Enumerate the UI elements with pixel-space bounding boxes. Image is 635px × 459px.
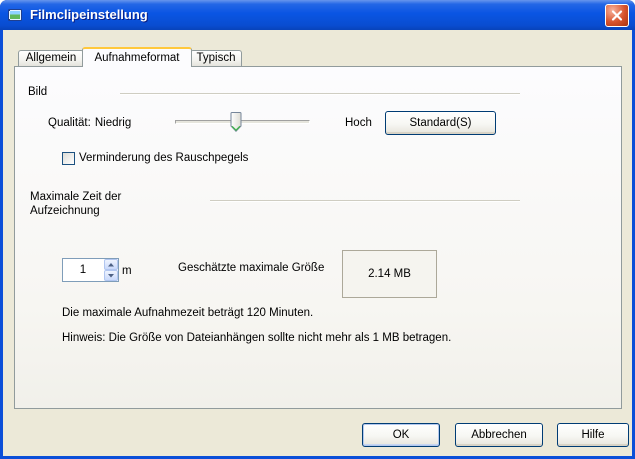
ok-button[interactable]: OK xyxy=(362,423,440,447)
quality-low-label: Niedrig xyxy=(94,117,132,129)
quality-label-row: Qualität: Niedrig xyxy=(48,116,131,130)
window-title: Filmclipeinstellung xyxy=(30,7,148,22)
estimated-size-display: 2.14 MB xyxy=(342,250,437,298)
film-clip-icon xyxy=(7,7,23,23)
estimated-size-value: 2.14 MB xyxy=(368,268,411,280)
max-time-note: Die maximale Aufnahmezeit beträgt 120 Mi… xyxy=(62,307,314,319)
arrow-up-icon xyxy=(108,263,114,267)
close-button[interactable] xyxy=(605,4,629,27)
arrow-down-icon xyxy=(108,274,114,278)
group-title-recording-line2: Aufzeichnung xyxy=(30,205,100,217)
group-title-recording-line1: Maximale Zeit der xyxy=(30,191,122,203)
slider-thumb-shape xyxy=(230,112,242,132)
duration-spinner: 1 xyxy=(62,258,119,282)
duration-input[interactable]: 1 xyxy=(63,259,103,281)
noise-reduction-checkbox[interactable] xyxy=(62,152,75,165)
noise-reduction-label[interactable]: Verminderung des Rauschpegels xyxy=(79,151,248,165)
tab-panel-aufnahmeformat: Bild Qualität: Niedrig Hoch Standard(S) … xyxy=(14,66,622,409)
quality-slider[interactable] xyxy=(175,112,310,132)
tab-allgemein[interactable]: Allgemein xyxy=(18,50,84,66)
estimated-size-label: Geschätzte maximale Größe xyxy=(178,262,325,274)
spin-up-button[interactable] xyxy=(104,259,118,270)
filmclip-settings-dialog: Filmclipeinstellung Allgemein Aufnahmefo… xyxy=(0,0,635,459)
standard-button[interactable]: Standard(S) xyxy=(385,111,496,135)
quality-high-label: Hoch xyxy=(345,117,372,129)
duration-unit-label: m xyxy=(122,265,132,277)
cancel-button[interactable]: Abbrechen xyxy=(455,423,543,447)
film-clip-icon-graphic xyxy=(8,9,22,21)
quality-label: Qualität: xyxy=(48,117,91,129)
tab-aufnahmeformat[interactable]: Aufnahmeformat xyxy=(82,47,192,67)
slider-thumb[interactable] xyxy=(230,112,242,132)
tab-strip: Allgemein Aufnahmeformat Typisch xyxy=(0,46,260,67)
group-separator-picture xyxy=(120,93,520,95)
close-icon xyxy=(611,10,623,21)
help-button[interactable]: Hilfe xyxy=(557,423,629,447)
group-separator-recording xyxy=(210,200,520,202)
slider-track[interactable] xyxy=(175,120,310,124)
title-bar[interactable]: Filmclipeinstellung xyxy=(0,0,635,30)
spin-down-button[interactable] xyxy=(104,270,118,281)
tab-typisch[interactable]: Typisch xyxy=(190,50,242,66)
attachment-size-hint: Hinweis: Die Größe von Dateianhängen sol… xyxy=(62,332,452,344)
group-title-picture: Bild xyxy=(28,86,48,98)
